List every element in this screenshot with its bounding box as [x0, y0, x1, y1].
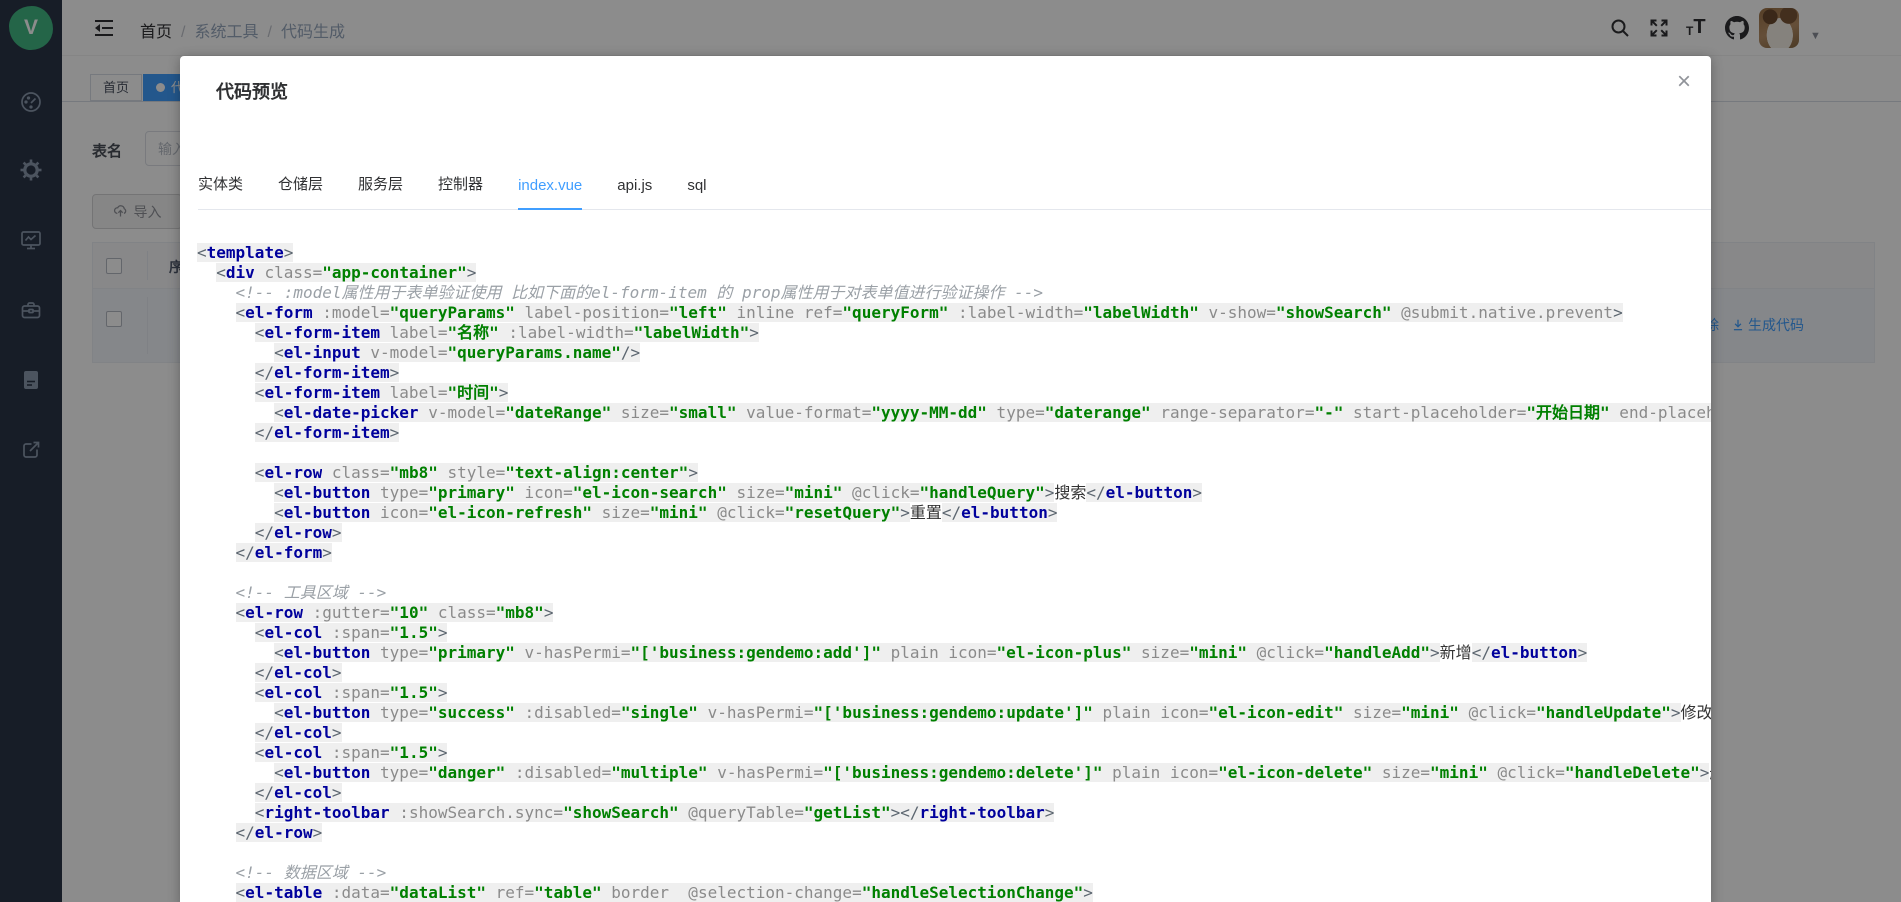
modal-tab[interactable]: 控制器: [438, 173, 483, 209]
code-line: <!-- 数据区域 -->: [197, 863, 1711, 883]
code-line: <el-col :span="1.5">: [197, 743, 1711, 763]
code-line: <el-button type="danger" :disabled="mult…: [197, 763, 1711, 783]
code-line: <!-- :model属性用于表单验证使用 比如下面的el-form-item …: [197, 283, 1711, 303]
modal-title: 代码预览: [216, 78, 288, 104]
modal-tabs: 实体类仓储层服务层控制器 index.vue api.js sql: [198, 166, 1711, 210]
code-line: </el-form-item>: [197, 363, 1711, 383]
code-line: <!-- 工具区域 -->: [197, 583, 1711, 603]
modal-tab[interactable]: 服务层: [358, 173, 403, 209]
code-line: <el-input v-model="queryParams.name"/>: [197, 343, 1711, 363]
code-line: <el-row class="mb8" style="text-align:ce…: [197, 463, 1711, 483]
modal-tab[interactable]: index.vue: [518, 177, 582, 209]
code-line: <el-col :span="1.5">: [197, 683, 1711, 703]
code-line: </el-form-item>: [197, 423, 1711, 443]
code-line: </el-form>: [197, 543, 1711, 563]
code-line: <el-col :span="1.5">: [197, 623, 1711, 643]
code-line: [197, 843, 1711, 863]
code-preview-modal: 代码预览 × 实体类仓储层服务层控制器 index.vue api.js sql <t…: [180, 56, 1711, 902]
code-line: <template>: [197, 243, 1711, 263]
code-line: [197, 443, 1711, 463]
code-line: <el-button type="primary" icon="el-icon-…: [197, 483, 1711, 503]
modal-tab[interactable]: 仓储层: [278, 173, 323, 209]
modal-tab[interactable]: 实体类: [198, 173, 243, 209]
code-line: </el-col>: [197, 723, 1711, 743]
code-line: <el-table :data="dataList" ref="table" b…: [197, 883, 1711, 902]
code-line: </el-col>: [197, 783, 1711, 803]
code-line: <el-form :model="queryParams" label-posi…: [197, 303, 1711, 323]
code-line: <el-form-item label="名称" :label-width="l…: [197, 323, 1711, 343]
code-line: </el-col>: [197, 663, 1711, 683]
code-line: [197, 563, 1711, 583]
code-view[interactable]: <template> <div class="app-container"> <…: [197, 243, 1711, 902]
screen: V 首页/系统工具/代码生成 TT: [0, 0, 1901, 902]
code-line: </el-row>: [197, 823, 1711, 843]
code-line: <el-button type="primary" v-hasPermi="['…: [197, 643, 1711, 663]
code-line: <el-form-item label="时间">: [197, 383, 1711, 403]
code-line: <el-button type="success" :disabled="sin…: [197, 703, 1711, 723]
code-line: <el-row :gutter="10" class="mb8">: [197, 603, 1711, 623]
close-icon[interactable]: ×: [1672, 70, 1696, 94]
modal-tab[interactable]: sql: [687, 177, 706, 209]
code-line: <el-button icon="el-icon-refresh" size="…: [197, 503, 1711, 523]
code-line: </el-row>: [197, 523, 1711, 543]
code-line: <div class="app-container">: [197, 263, 1711, 283]
modal-tab[interactable]: api.js: [617, 177, 652, 209]
code-line: <right-toolbar :showSearch.sync="showSea…: [197, 803, 1711, 823]
code-line: <el-date-picker v-model="dateRange" size…: [197, 403, 1711, 423]
